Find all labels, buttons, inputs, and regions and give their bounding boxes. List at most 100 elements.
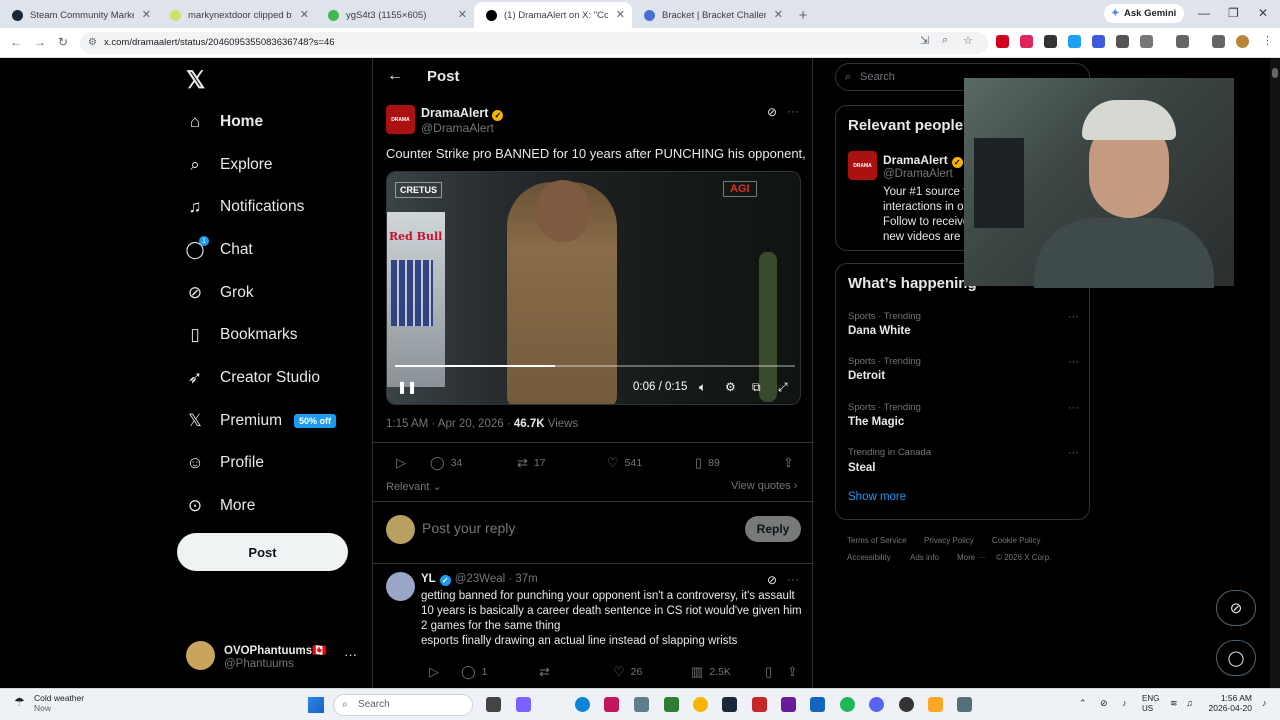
browser-tab-active[interactable]: (1) DramaAlert on X: "Counte✕ — [474, 2, 632, 28]
more-dots-icon[interactable]: ··· — [787, 572, 799, 586]
sort-dropdown[interactable]: Relevant ⌄ — [386, 480, 442, 493]
close-tab-icon[interactable]: ✕ — [142, 8, 151, 21]
browser-tab[interactable]: markynextdoor clipped by Broo✕ — [158, 2, 316, 28]
speaker-icon[interactable]: ♫ — [1186, 698, 1193, 708]
network-icon[interactable]: ⊘ — [1100, 698, 1108, 709]
close-tab-icon[interactable]: ✕ — [458, 8, 467, 21]
nav-item-premium[interactable]: 𝕏 Premium 50% off — [184, 405, 337, 437]
video-player[interactable]: Red Bull CRETUS AGI ❚❚ 0:06 / 0:15 🔈︎ ⚙ … — [386, 171, 801, 405]
taskbar-search[interactable]: ⌕ Search — [333, 694, 473, 716]
app-icon[interactable] — [810, 697, 825, 712]
ask-gemini-button[interactable]: Ask Gemini — [1104, 4, 1185, 23]
scrollbar[interactable] — [1270, 58, 1280, 688]
new-tab-button[interactable]: + — [790, 2, 816, 28]
nav-item-more[interactable]: ⊙ More — [184, 490, 255, 522]
chrome-icon[interactable] — [693, 697, 708, 712]
app-icon[interactable] — [928, 697, 943, 712]
footer-link[interactable]: Privacy Policy — [924, 536, 974, 545]
spotify-icon[interactable] — [840, 697, 855, 712]
close-tab-icon[interactable]: ✕ — [616, 8, 625, 21]
weather-widget[interactable]: ☂ Cold weather Now — [14, 693, 84, 713]
mic-icon[interactable]: ♪ — [1122, 698, 1127, 708]
app-icon[interactable] — [664, 697, 679, 712]
avatar[interactable] — [386, 572, 415, 601]
show-more-link[interactable]: Show more — [848, 491, 906, 503]
profile-avatar-icon[interactable] — [1236, 35, 1249, 48]
footer-link[interactable]: Terms of Service — [847, 536, 907, 545]
footer-link[interactable]: Accessibility — [847, 553, 891, 562]
star-icon[interactable]: ☆ — [963, 34, 973, 47]
nav-item-profile[interactable]: ☺ Profile — [184, 447, 264, 479]
scrollbar-thumb[interactable] — [1272, 68, 1278, 78]
grok-fab-button[interactable]: ⊘ — [1216, 590, 1256, 626]
share-icon[interactable]: ⇪ — [787, 664, 804, 680]
nav-item-grok[interactable]: ⊘ Grok — [184, 277, 254, 309]
zoom-icon[interactable]: ⌕ — [942, 34, 948, 47]
more-dots-icon[interactable]: ··· — [787, 104, 799, 118]
reply-action[interactable]: ◯ 1 — [461, 664, 487, 680]
reply-button[interactable]: Reply — [745, 516, 801, 542]
like-action[interactable]: ♡ 26 — [613, 664, 642, 680]
fullscreen-icon[interactable]: ⤢ — [778, 380, 788, 395]
obs-icon[interactable] — [899, 697, 914, 712]
play-icon[interactable]: ▷ — [396, 455, 412, 471]
nav-item-notifications[interactable]: ♫ Notifications — [184, 191, 305, 223]
like-action[interactable]: ♡ 541 — [607, 455, 642, 471]
app-icon[interactable] — [604, 697, 619, 712]
app-icon[interactable] — [781, 697, 796, 712]
windows-start-icon[interactable] — [308, 697, 324, 713]
forward-icon[interactable]: → — [34, 35, 46, 49]
video-progress-bar[interactable] — [395, 365, 795, 367]
footer-link[interactable]: More ··· — [957, 553, 985, 562]
install-icon[interactable]: ⇲ — [920, 34, 929, 47]
post-button[interactable]: Post — [177, 533, 348, 571]
notifications-bell-icon[interactable]: ♪ — [1262, 698, 1267, 708]
close-tab-icon[interactable]: ✕ — [300, 8, 309, 21]
author-name[interactable]: DramaAlert ✓ — [421, 106, 504, 121]
grok-icon[interactable]: ⊘ — [767, 573, 777, 587]
reply-action[interactable]: ◯ 34 — [430, 455, 462, 471]
language-indicator[interactable]: ENG US — [1142, 694, 1159, 714]
share-icon[interactable]: ⇪ — [783, 455, 800, 471]
author-avatar[interactable]: DRAMA — [386, 105, 415, 134]
extension-icon[interactable] — [1044, 35, 1057, 48]
discord-icon[interactable] — [869, 697, 884, 712]
settings-icon[interactable] — [634, 697, 649, 712]
view-quotes-link[interactable]: View quotes › — [731, 480, 797, 492]
x-logo-icon[interactable]: 𝕏 — [186, 66, 205, 95]
calculator-icon[interactable] — [957, 697, 972, 712]
nav-item-explore[interactable]: ⌕ Explore — [184, 149, 272, 181]
reply-input[interactable] — [422, 520, 722, 536]
taskbar-clock[interactable]: 1:56 AM 2026-04-20 — [1208, 693, 1252, 713]
restore-icon[interactable]: ❐ — [1228, 6, 1239, 20]
wifi-icon[interactable]: ≋ — [1170, 698, 1178, 709]
comment-author[interactable]: YL ✓ @23Weal · 37m — [421, 573, 538, 586]
close-window-icon[interactable]: ✕ — [1258, 6, 1268, 20]
messages-fab-button[interactable]: ◯ — [1216, 640, 1256, 676]
steam-icon[interactable] — [722, 697, 737, 712]
author-handle[interactable]: @DramaAlert — [421, 121, 494, 135]
site-info-icon[interactable]: ⚙ — [88, 32, 97, 54]
avatar[interactable]: DRAMA — [848, 151, 877, 180]
volume-icon[interactable]: 🔈︎ — [699, 380, 706, 395]
extensions-puzzle-icon[interactable] — [1140, 35, 1153, 48]
pause-icon[interactable]: ❚❚ — [397, 380, 417, 394]
repost-action[interactable]: ⇄ 17 — [517, 455, 546, 471]
repost-action[interactable]: ⇄ — [539, 664, 556, 680]
settings-gear-icon[interactable]: ⚙ — [725, 380, 736, 394]
nav-item-chat[interactable]: ◯ 1 Chat — [184, 234, 253, 266]
bookmark-action[interactable]: ▯ 89 — [695, 455, 720, 471]
sidebar-toggle-icon[interactable] — [1176, 35, 1189, 48]
extension-icon[interactable] — [1068, 35, 1081, 48]
close-tab-icon[interactable]: ✕ — [774, 8, 783, 21]
chevron-up-icon[interactable]: ⌃ — [1079, 698, 1087, 709]
back-icon[interactable]: ← — [10, 35, 22, 49]
extension-icon[interactable] — [1116, 35, 1129, 48]
nav-item-creator-studio[interactable]: ➶ Creator Studio — [184, 362, 320, 394]
url-field[interactable]: ⚙ x.com/dramaalert/status/204609535508363… — [80, 32, 988, 54]
nav-item-home[interactable]: ⌂ Home — [184, 106, 263, 138]
relevant-person-name[interactable]: DramaAlert ✓ — [883, 153, 963, 168]
browser-tab[interactable]: ygS4t3 (1155×605) ✕ — [316, 2, 474, 28]
bookmark-icon[interactable]: ▯ — [765, 664, 778, 680]
kebab-menu-icon[interactable]: ⋮ — [1262, 34, 1273, 47]
